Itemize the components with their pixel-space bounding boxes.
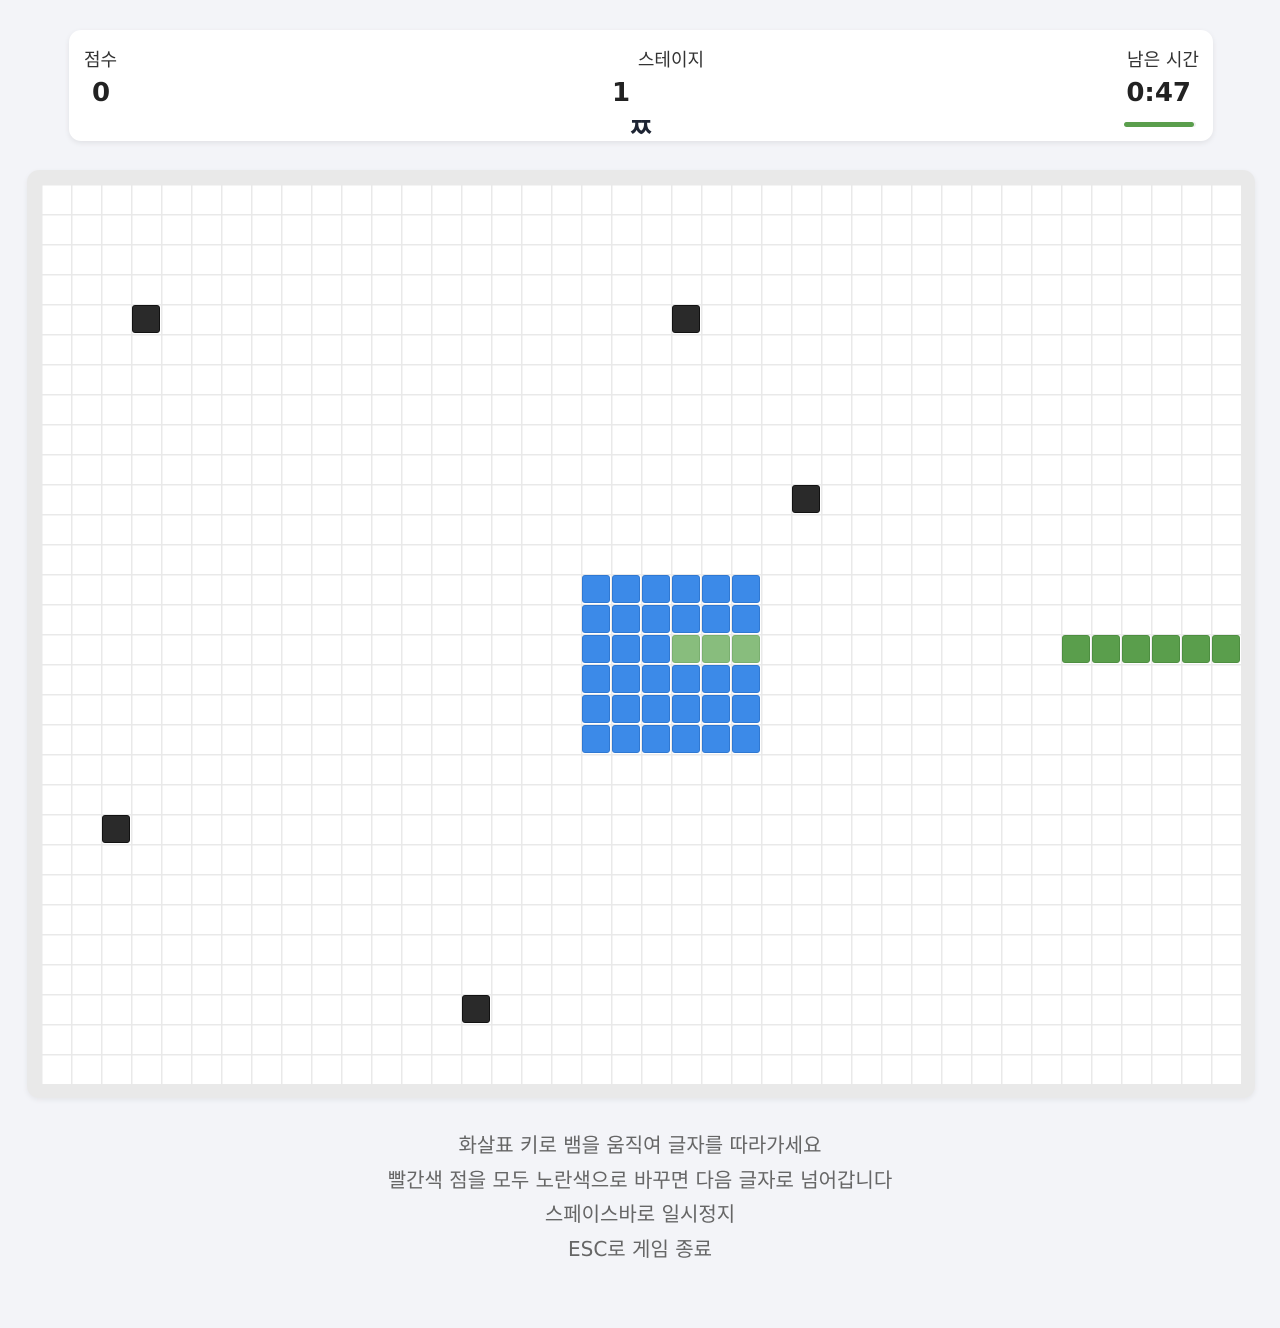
target-dot	[642, 575, 670, 603]
snake-segment	[1092, 635, 1120, 663]
filled-dot	[732, 635, 760, 663]
instructions: 화살표 키로 뱀을 움직여 글자를 따라가세요 빨간색 점을 모두 노란색으로 …	[0, 1128, 1280, 1266]
target-dot	[612, 575, 640, 603]
game-board-frame	[27, 170, 1255, 1098]
target-dot	[582, 695, 610, 723]
instruction-line: ESC로 게임 종료	[567, 1236, 712, 1261]
instruction-line: 빨간색 점을 모두 노란색으로 바꾸면 다음 글자로 넘어갑니다	[387, 1167, 893, 1192]
game-hud: 점수 0 스테이지 1 ㅉ 남은 시간 0:47	[69, 30, 1213, 141]
snake-segment	[1062, 635, 1090, 663]
target-character: ㅉ	[629, 116, 653, 141]
target-dot	[612, 605, 640, 633]
target-dot	[732, 575, 760, 603]
instruction-line: 화살표 키로 뱀을 움직여 글자를 따라가세요	[458, 1133, 822, 1157]
target-dot	[672, 665, 700, 693]
target-dot	[582, 605, 610, 633]
filled-dot	[702, 635, 730, 663]
target-dot	[732, 605, 760, 633]
target-dot	[642, 635, 670, 663]
obstacle-block	[102, 815, 130, 843]
obstacle-block	[792, 485, 820, 513]
target-dot	[582, 575, 610, 603]
target-dot	[642, 605, 670, 633]
score-value: 0	[92, 78, 111, 108]
target-dot	[612, 635, 640, 663]
target-dot	[672, 575, 700, 603]
snake-segment	[1152, 635, 1180, 663]
target-dot	[702, 665, 730, 693]
snake-segment	[1212, 635, 1240, 663]
target-dot	[672, 605, 700, 633]
target-dot	[642, 695, 670, 723]
obstacle-block	[672, 305, 700, 333]
snake-segment	[1122, 635, 1150, 663]
target-dot	[672, 695, 700, 723]
target-dot	[612, 725, 640, 753]
target-dot	[702, 695, 730, 723]
target-dot	[642, 665, 670, 693]
target-dot	[642, 725, 670, 753]
snake-segment	[1182, 635, 1210, 663]
target-dot	[732, 725, 760, 753]
time-label: 남은 시간	[1127, 50, 1199, 71]
timer-progress-fill	[1124, 122, 1194, 127]
target-dot	[702, 575, 730, 603]
stage-label: 스테이지	[637, 50, 705, 71]
instruction-line: 스페이스바로 일시정지	[544, 1202, 736, 1226]
target-dot	[582, 725, 610, 753]
obstacle-block	[462, 995, 490, 1023]
target-dot	[732, 665, 760, 693]
filled-dot	[672, 635, 700, 663]
target-dot	[732, 695, 760, 723]
target-dot	[702, 605, 730, 633]
time-value: 0:47	[1126, 78, 1191, 108]
target-dot	[702, 725, 730, 753]
stage-value: 1	[611, 78, 631, 108]
obstacle-block	[132, 305, 160, 333]
target-dot	[672, 725, 700, 753]
target-dot	[582, 635, 610, 663]
game-board[interactable]	[41, 184, 1241, 1084]
score-label: 점수	[84, 50, 118, 71]
target-dot	[582, 665, 610, 693]
target-dot	[612, 665, 640, 693]
target-dot	[612, 695, 640, 723]
timer-progress-track	[1124, 122, 1196, 127]
